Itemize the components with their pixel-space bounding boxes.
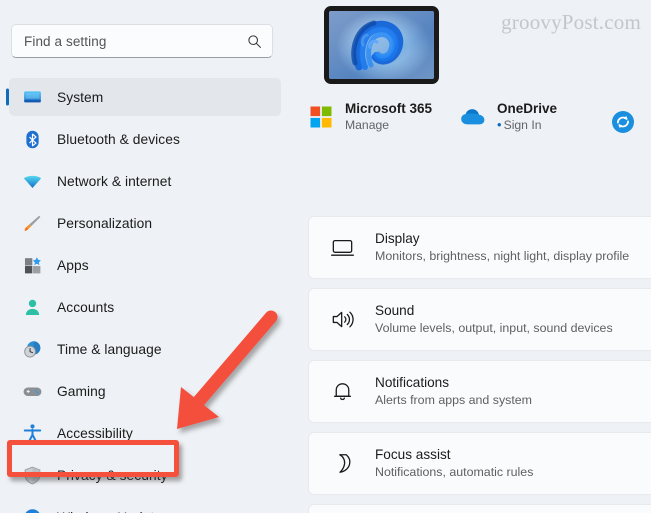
wifi-icon	[21, 170, 43, 192]
sidebar-item-network-internet[interactable]: Network & internet	[9, 162, 281, 200]
sidebar-item-apps[interactable]: Apps	[9, 246, 281, 284]
sidebar-item-label: Accessibility	[57, 425, 133, 441]
sidebar-item-label: System	[57, 89, 104, 105]
sidebar-item-label: Personalization	[57, 215, 153, 231]
sync-icon[interactable]	[611, 110, 635, 134]
account-status: Manage	[345, 118, 390, 132]
monitor-outline-icon	[329, 235, 355, 261]
sidebar-item-personalization[interactable]: Personalization	[9, 204, 281, 242]
sidebar-item-label: Windows Update	[57, 510, 162, 513]
account-status: • Sign In	[497, 117, 542, 132]
onedrive-text: OneDrive • Sign In	[497, 100, 557, 133]
settings-window: Find a setting System Bluetooth & device…	[0, 0, 651, 513]
sidebar-item-label: Privacy & security	[57, 467, 168, 483]
person-icon	[21, 296, 43, 318]
sidebar-item-label: Network & internet	[57, 173, 172, 189]
settings-card-title: Sound	[375, 303, 415, 318]
settings-card-text: Notifications Alerts from apps and syste…	[375, 374, 532, 409]
settings-card-subtitle: Notifications, automatic rules	[375, 465, 534, 479]
content-pane: groovyPost.com Microsoft 365 Manage OneD…	[290, 0, 651, 513]
sidebar-item-label: Apps	[57, 257, 89, 273]
account-name: OneDrive	[497, 101, 558, 116]
sidebar-nav: System Bluetooth & devices Network & int…	[0, 78, 290, 513]
settings-card-text: Sound Volume levels, output, input, soun…	[375, 302, 613, 337]
sidebar-item-time-language[interactable]: Time & language	[9, 330, 281, 368]
sidebar-item-accounts[interactable]: Accounts	[9, 288, 281, 326]
speaker-icon	[329, 307, 355, 333]
settings-card-focus-assist[interactable]: Focus assist Notifications, automatic ru…	[308, 432, 651, 495]
settings-card-title: Notifications	[375, 375, 450, 390]
sidebar-item-system[interactable]: System	[9, 78, 281, 116]
clock-globe-icon	[21, 338, 43, 360]
settings-card-text: Focus assist Notifications, automatic ru…	[375, 446, 533, 481]
settings-card-title: Focus assist	[375, 447, 451, 462]
sidebar-item-windows-update[interactable]: Windows Update	[9, 498, 281, 513]
sidebar-item-accessibility[interactable]: Accessibility	[9, 414, 281, 452]
sidebar-item-label: Bluetooth & devices	[57, 131, 180, 147]
wallpaper-bloom	[329, 11, 434, 79]
settings-card-display[interactable]: Display Monitors, brightness, night ligh…	[308, 216, 651, 279]
sidebar-item-privacy-security[interactable]: Privacy & security	[9, 456, 281, 494]
microsoft-365-block[interactable]: Microsoft 365 Manage	[308, 100, 432, 133]
sidebar-item-gaming[interactable]: Gaming	[9, 372, 281, 410]
search-icon[interactable]	[247, 34, 262, 49]
search-placeholder: Find a setting	[24, 33, 107, 49]
settings-card-notifications[interactable]: Notifications Alerts from apps and syste…	[308, 360, 651, 423]
microsoft-365-text: Microsoft 365 Manage	[345, 100, 432, 133]
status-dot: •	[497, 117, 502, 132]
moon-icon	[329, 451, 355, 477]
onedrive-cloud-icon	[460, 104, 486, 130]
settings-card-partial[interactable]	[308, 504, 651, 513]
search-input[interactable]: Find a setting	[11, 24, 273, 58]
settings-card-subtitle: Alerts from apps and system	[375, 393, 533, 407]
microsoft-logo-icon	[308, 104, 334, 130]
paintbrush-icon	[21, 212, 43, 234]
shield-icon	[21, 464, 43, 486]
sidebar-item-label: Accounts	[57, 299, 115, 315]
account-name: Microsoft 365	[345, 101, 433, 116]
monitor-icon	[21, 86, 43, 108]
settings-card-subtitle: Volume levels, output, input, sound devi…	[375, 321, 613, 335]
gamepad-icon	[21, 380, 43, 402]
settings-card-subtitle: Monitors, brightness, night light, displ…	[375, 249, 630, 263]
sidebar-item-label: Time & language	[57, 341, 162, 357]
accessibility-icon	[21, 422, 43, 444]
sidebar-item-label: Gaming	[57, 383, 106, 399]
bell-icon	[329, 379, 355, 405]
device-thumbnail	[324, 6, 439, 84]
onedrive-block[interactable]: OneDrive • Sign In	[460, 100, 557, 133]
watermark: groovyPost.com	[501, 10, 641, 34]
apps-grid-icon	[21, 254, 43, 276]
settings-card-sound[interactable]: Sound Volume levels, output, input, soun…	[308, 288, 651, 351]
update-sync-icon	[21, 506, 43, 513]
bluetooth-icon	[21, 128, 43, 150]
settings-card-title: Display	[375, 231, 420, 246]
sidebar: Find a setting System Bluetooth & device…	[0, 0, 290, 513]
settings-card-text: Display Monitors, brightness, night ligh…	[375, 230, 629, 265]
account-summary-row: Microsoft 365 Manage OneDrive • Sign In	[290, 100, 651, 150]
sidebar-item-bluetooth-devices[interactable]: Bluetooth & devices	[9, 120, 281, 158]
settings-card-list: Display Monitors, brightness, night ligh…	[308, 216, 651, 513]
